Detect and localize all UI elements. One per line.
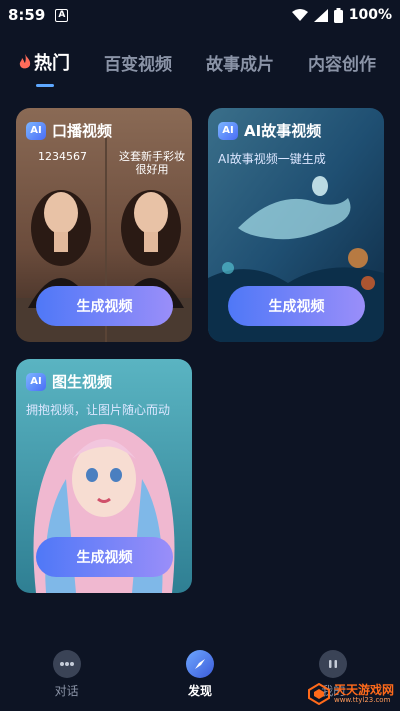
battery-percent: 100% xyxy=(348,7,392,23)
card-ai-story-video[interactable]: AI AI故事视频 AI故事视频一键生成 生成视频 xyxy=(208,108,384,342)
card-image-to-video-subtitle: 拥抱视频，让图片随心而动 xyxy=(26,403,171,417)
flame-icon xyxy=(19,54,31,69)
status-time: 8:59 xyxy=(8,6,46,24)
tab-variety-video[interactable]: 百变视频 xyxy=(104,50,172,75)
generate-video-button[interactable]: 生成视频 xyxy=(36,286,173,326)
status-icons: 100% xyxy=(291,7,392,23)
watermark-text: 天天游戏网 xyxy=(333,683,394,697)
notification-a-icon: A xyxy=(55,8,69,22)
overlay-caption-left: 1234567 xyxy=(38,150,87,163)
card-talking-video[interactable]: AI 口播视频 1234567 这套新手彩妆 很好用 生成视频 xyxy=(16,108,192,342)
active-tab-indicator xyxy=(36,84,54,87)
nav-discover[interactable]: 发现 xyxy=(160,650,240,699)
card-talking-video-title: AI 口播视频 xyxy=(26,120,112,141)
tab-story-film[interactable]: 故事成片 xyxy=(206,50,274,75)
card-image-to-video[interactable]: AI 图生视频 拥抱视频，让图片随心而动 生成视频 xyxy=(16,359,192,593)
nav-chat-label: 对话 xyxy=(54,684,79,698)
nav-chat[interactable]: 对话 xyxy=(27,650,107,699)
card-image-to-video-title: AI 图生视频 xyxy=(26,371,112,392)
watermark-url: www.ttyl23.com xyxy=(333,696,391,704)
overlay-caption-right: 这套新手彩妆 很好用 xyxy=(119,150,185,176)
tab-hot[interactable]: 热门 xyxy=(18,49,70,87)
chat-icon xyxy=(52,650,81,678)
compass-icon xyxy=(185,650,214,678)
battery-icon xyxy=(333,7,343,23)
watermark-logo-icon xyxy=(307,683,330,705)
card-ai-story-subtitle: AI故事视频一键生成 xyxy=(218,152,326,166)
tab-content-creation[interactable]: 内容创作 xyxy=(308,50,376,75)
card-ai-story-title: AI AI故事视频 xyxy=(218,120,321,141)
profile-icon xyxy=(319,650,348,678)
tab-hot-label: 热门 xyxy=(34,53,70,74)
watermark: 天天游戏网 www.ttyl23.com xyxy=(307,683,394,705)
card-title-text: 图生视频 xyxy=(52,373,113,391)
ai-badge: AI xyxy=(26,372,46,391)
card-title-text: AI故事视频 xyxy=(244,122,322,140)
ai-badge: AI xyxy=(218,121,238,140)
card-title-text: 口播视频 xyxy=(52,122,113,140)
nav-discover-label: 发现 xyxy=(187,684,212,698)
ai-badge: AI xyxy=(26,121,46,140)
signal-icon xyxy=(313,8,328,22)
category-tabs: 热门 百变视频 故事成片 内容创作 xyxy=(0,42,400,87)
generate-video-button[interactable]: 生成视频 xyxy=(36,537,173,577)
generate-video-button[interactable]: 生成视频 xyxy=(228,286,365,326)
wifi-icon xyxy=(291,8,308,21)
status-bar: 8:59 A 100% xyxy=(0,0,400,30)
